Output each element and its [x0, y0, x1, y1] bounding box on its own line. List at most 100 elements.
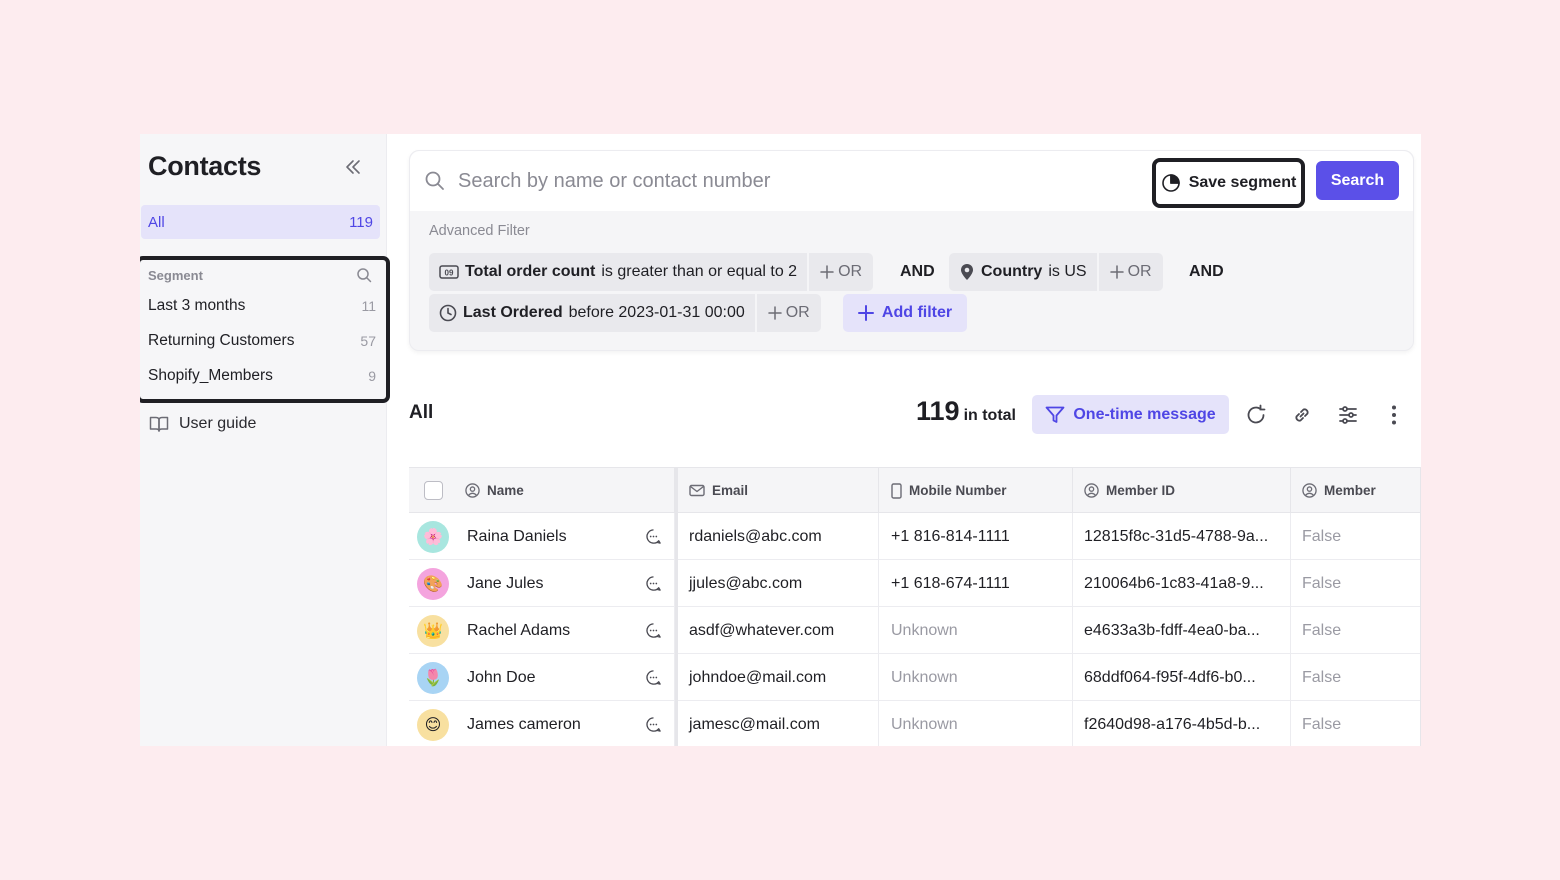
contacts-table: Name Email Mobile Number Member ID Membe…	[409, 467, 1421, 746]
contact-name[interactable]: John Doe	[467, 669, 645, 687]
avatar[interactable]: 🌷	[417, 661, 449, 694]
column-header-label: Member ID	[1106, 483, 1176, 498]
save-segment-button[interactable]: Save segment	[1152, 158, 1305, 208]
open-chat-button[interactable]	[645, 669, 662, 686]
filter-or-button[interactable]: OR	[1096, 253, 1163, 291]
sidebar: Contacts All 119 Segment Last 3 months 1…	[140, 134, 390, 746]
sidebar-title: Contacts	[148, 151, 262, 181]
filter-panel: Save segment Search Advanced Filter 09 T…	[409, 150, 1414, 351]
open-chat-button[interactable]	[645, 575, 662, 592]
filter-or-button[interactable]: OR	[807, 253, 873, 291]
segment-item-count: 11	[361, 298, 376, 314]
filter-chip-body[interactable]: Last Ordered before 2023-01-31 00:00	[429, 294, 755, 332]
one-time-message-button[interactable]: One-time message	[1032, 395, 1229, 434]
member-value: False	[1302, 621, 1342, 639]
open-chat-button[interactable]	[645, 528, 662, 545]
column-header-name[interactable]: Name	[409, 468, 675, 513]
column-header-email[interactable]: Email	[675, 468, 879, 513]
list-title: All	[409, 402, 434, 423]
search-input[interactable]	[458, 165, 1138, 197]
contact-name[interactable]: Rachel Adams	[467, 622, 645, 640]
email-value: jamesc@mail.com	[689, 715, 820, 733]
more-vertical-icon	[1392, 405, 1396, 425]
avatar[interactable]: 🎨	[417, 567, 449, 600]
cell-member-id: 12815f8c-31d5-4788-9a...	[1073, 513, 1291, 560]
cell-member: False	[1291, 513, 1421, 560]
add-filter-label: Add filter	[881, 304, 953, 321]
add-filter-button[interactable]: Add filter	[843, 294, 967, 332]
open-chat-button[interactable]	[645, 716, 662, 733]
collapse-sidebar-button[interactable]	[340, 154, 366, 180]
column-header-label: Mobile Number	[909, 483, 1007, 498]
segment-item-label: Shopify_Members	[148, 367, 273, 384]
segment-panel: Segment Last 3 months 11 Returning Custo…	[140, 256, 390, 403]
search-bar: Save segment Search	[410, 151, 1413, 211]
filter-chip-body[interactable]: 09 Total order count is greater than or …	[429, 253, 807, 291]
avatar[interactable]: 😊	[417, 708, 449, 741]
refresh-button[interactable]	[1243, 402, 1269, 428]
column-header-mobile[interactable]: Mobile Number	[879, 468, 1073, 513]
member-value: False	[1302, 668, 1342, 686]
mobile-value: Unknown	[891, 621, 958, 639]
mobile-value: +1 816-814-1111	[891, 527, 1010, 545]
table-row[interactable]: 🎨 Jane Jules jjules@abc.com +1 618-674-1111…	[409, 560, 1421, 607]
cell-mobile: +1 618-674-1111	[879, 560, 1073, 607]
open-chat-button[interactable]	[645, 622, 662, 639]
table-row[interactable]: 🌸 Raina Daniels rdaniels@abc.com +1 816-814…	[409, 513, 1421, 560]
user-guide-link[interactable]: User guide	[149, 412, 256, 436]
column-header-member-id[interactable]: Member ID	[1073, 468, 1291, 513]
segment-search-button[interactable]	[356, 267, 372, 283]
number-icon: 09	[439, 265, 459, 279]
link-button[interactable]	[1289, 402, 1315, 428]
book-icon	[149, 416, 169, 432]
mobile-value: Unknown	[891, 715, 958, 733]
more-options-button[interactable]	[1381, 402, 1407, 428]
cell-mobile: Unknown	[879, 701, 1073, 746]
filter-chip-total-order-count: 09 Total order count is greater than or …	[429, 253, 874, 291]
table-row[interactable]: 👑 Rachel Adams asdf@whatever.com Unknown e46…	[409, 607, 1421, 654]
select-all-checkbox[interactable]	[424, 481, 443, 500]
chat-bubble-icon	[646, 576, 661, 591]
search-button[interactable]: Search	[1316, 161, 1399, 200]
sidebar-item-all[interactable]: All 119	[141, 205, 380, 239]
svg-text:09: 09	[445, 269, 454, 278]
advanced-filter-label: Advanced Filter	[429, 223, 530, 239]
table-row[interactable]: 🌷 John Doe johndoe@mail.com Unknown 68ddf064…	[409, 654, 1421, 701]
filter-or-button[interactable]: OR	[754, 294, 821, 332]
column-header-label: Email	[712, 483, 749, 498]
contact-name[interactable]: Raina Daniels	[467, 528, 645, 546]
sliders-icon	[1339, 406, 1357, 424]
cell-mobile: Unknown	[879, 654, 1073, 701]
member-id-value: e4633a3b-fdff-4ea0-ba...	[1084, 621, 1260, 639]
cell-member: False	[1291, 701, 1421, 746]
segment-item-returning-customers[interactable]: Returning Customers 57	[148, 326, 376, 356]
refresh-icon	[1247, 404, 1266, 424]
segment-item-label: Returning Customers	[148, 332, 295, 349]
contact-name[interactable]: James cameron	[467, 716, 645, 734]
search-icon	[425, 171, 444, 190]
and-operator: AND	[900, 263, 935, 280]
email-value: jjules@abc.com	[689, 574, 803, 592]
member-value: False	[1302, 715, 1342, 733]
table-row[interactable]: 😊 James cameron jamesc@mail.com Unknown f264…	[409, 701, 1421, 746]
segment-item-count: 9	[368, 368, 376, 384]
segment-item-last-3-months[interactable]: Last 3 months 11	[148, 291, 376, 321]
email-value: rdaniels@abc.com	[689, 527, 822, 545]
total-count: 119 in total	[916, 396, 1016, 427]
segment-item-shopify-members[interactable]: Shopify_Members 9	[148, 361, 376, 391]
filter-chip-body[interactable]: Country is US	[949, 253, 1097, 291]
email-value: johndoe@mail.com	[689, 668, 827, 686]
column-header-member[interactable]: Member	[1291, 468, 1421, 513]
email-value: asdf@whatever.com	[689, 621, 835, 639]
member-value: False	[1302, 574, 1342, 592]
columns-settings-button[interactable]	[1335, 402, 1361, 428]
chat-bubble-icon	[646, 623, 661, 638]
avatar[interactable]: 👑	[417, 614, 449, 647]
sidebar-item-count: 119	[349, 213, 373, 231]
contact-name[interactable]: Jane Jules	[467, 575, 645, 593]
avatar[interactable]: 🌸	[417, 520, 449, 553]
user-circle-icon	[1084, 483, 1099, 498]
contacts-app: Contacts All 119 Segment Last 3 months 1…	[140, 134, 1421, 746]
cell-mobile: +1 816-814-1111	[879, 513, 1073, 560]
segment-header: Segment	[148, 265, 372, 285]
